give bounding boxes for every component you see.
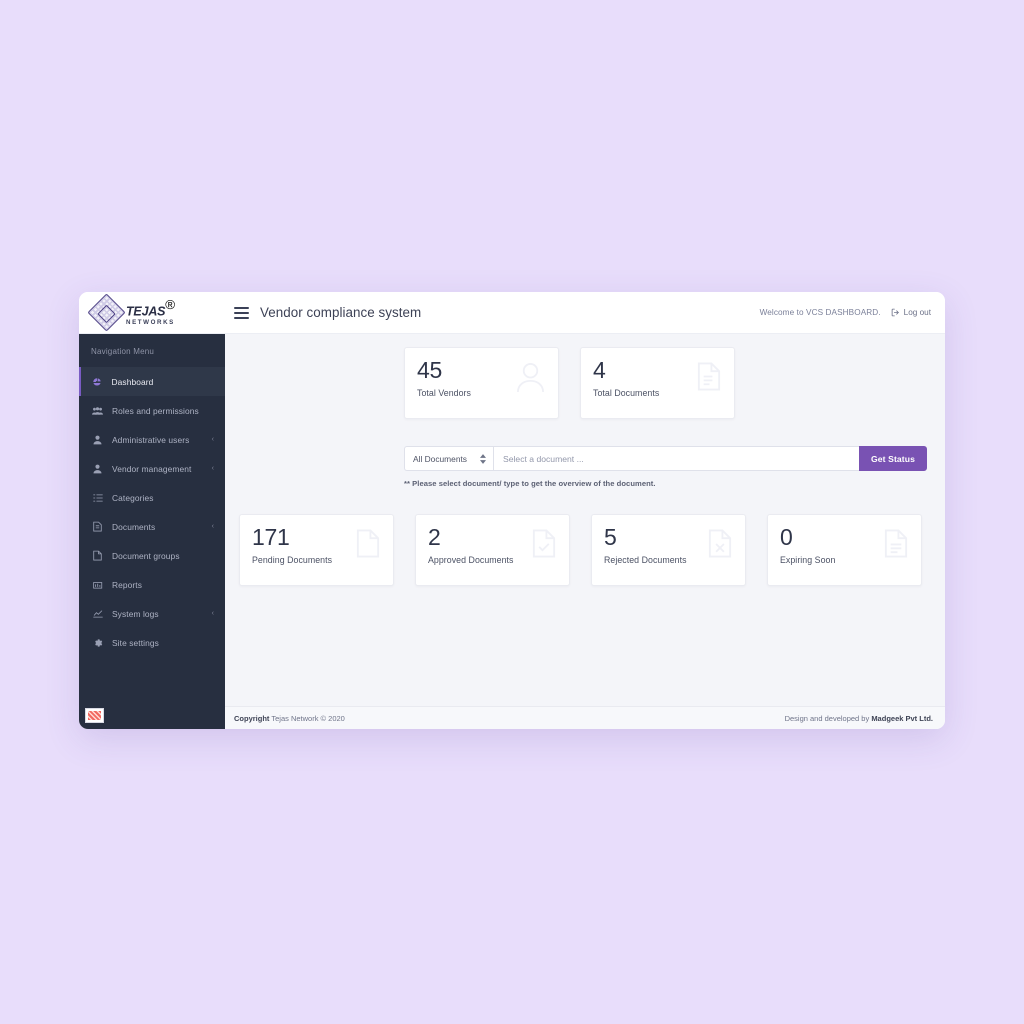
sidebar-item-vendor-management[interactable]: Vendor management ‹ <box>79 454 225 483</box>
chevron-down-icon <box>480 459 486 464</box>
stat-card[interactable]: 2 Approved Documents <box>415 514 570 586</box>
sidebar-item-site-settings[interactable]: Site settings <box>79 628 225 657</box>
document-type-select[interactable]: All Documents <box>404 446 493 471</box>
sidebar-item-roles-and-permissions[interactable]: Roles and permissions <box>79 396 225 425</box>
body-split: Navigation Menu Dashboard Roles and permi… <box>79 334 945 729</box>
document-type-select-value: All Documents <box>413 453 467 464</box>
sidebar-item-label: Categories <box>112 492 154 503</box>
chart-line-icon <box>91 609 104 619</box>
document-filter-row: All Documents Get Status <box>404 446 927 471</box>
sidebar-item-dashboard[interactable]: Dashboard <box>79 367 225 396</box>
sidebar-item-label: Administrative users <box>112 434 190 445</box>
sidebar-item-label: Dashboard <box>111 376 154 387</box>
top-bar-right: Welcome to VCS DASHBOARD. Log out <box>760 308 931 317</box>
sidebar: Navigation Menu Dashboard Roles and permi… <box>79 334 225 729</box>
document-icon <box>91 521 104 532</box>
file-check-icon <box>532 529 556 563</box>
main-content: 45 Total Vendors 4 Total Documents All Docu… <box>225 334 945 729</box>
brand-logo[interactable]: TEJAS® NETWORKS <box>79 292 225 333</box>
chevron-up-icon <box>480 453 486 458</box>
tejas-diamond-logo-icon <box>87 293 126 332</box>
bottom-stats-row: 171 Pending Documents 2 Approved Documents 5… <box>239 514 927 586</box>
chevron-left-icon: ‹ <box>211 523 214 530</box>
sidebar-item-administrative-users[interactable]: Administrative users ‹ <box>79 425 225 454</box>
logout-icon <box>891 308 899 317</box>
sidebar-item-label: Reports <box>112 579 143 590</box>
top-bar-main: Vendor compliance system Welcome to VCS … <box>225 292 945 333</box>
hamburger-bar <box>234 306 249 309</box>
hamburger-icon[interactable] <box>234 306 249 319</box>
document-search-input[interactable] <box>493 446 860 471</box>
brand-text: TEJAS® NETWORKS <box>126 298 175 328</box>
user-avatar-icon <box>516 362 545 398</box>
sidebar-item-label: System logs <box>112 608 159 619</box>
hamburger-bar <box>234 316 249 319</box>
brand-name: TEJAS <box>126 304 166 319</box>
document-lines-icon <box>697 362 721 396</box>
page-title: Vendor compliance system <box>260 305 422 320</box>
footer-credit: Design and developed by Madgeek Pvt Ltd. <box>785 714 933 723</box>
sidebar-item-categories[interactable]: Categories <box>79 483 225 512</box>
users-group-icon <box>91 406 104 416</box>
list-icon <box>91 493 104 503</box>
footer-copyright-rest: Tejas Network © 2020 <box>269 713 345 723</box>
chevron-left-icon: ‹ <box>211 436 214 443</box>
file-lines-icon <box>884 529 908 563</box>
logout-button[interactable]: Log out <box>891 308 931 317</box>
footer-copyright-bold: Copyright <box>234 713 270 723</box>
user-icon <box>91 464 104 474</box>
browser-window: TEJAS® NETWORKS Vendor compliance system… <box>79 292 945 729</box>
filter-help-note: ** Please select document/ type to get t… <box>404 479 656 488</box>
footer: Copyright Tejas Network © 2020 Design an… <box>225 706 945 729</box>
registered-mark: ® <box>165 296 176 312</box>
stat-card[interactable]: 4 Total Documents <box>580 347 735 419</box>
gear-icon <box>91 638 104 648</box>
file-x-icon <box>708 529 732 563</box>
stat-card[interactable]: 5 Rejected Documents <box>591 514 746 586</box>
footer-copyright: Copyright Tejas Network © 2020 <box>234 714 345 723</box>
top-stats-row: 45 Total Vendors 4 Total Documents <box>239 347 927 419</box>
sidebar-item-reports[interactable]: Reports <box>79 570 225 599</box>
sidebar-item-label: Documents <box>112 521 156 532</box>
chevron-left-icon: ‹ <box>211 610 214 617</box>
content-scroll-area: 45 Total Vendors 4 Total Documents All Docu… <box>225 334 945 706</box>
flag-icon-inner <box>88 711 101 720</box>
sidebar-item-document-groups[interactable]: Document groups <box>79 541 225 570</box>
sidebar-item-label: Site settings <box>112 637 159 648</box>
sidebar-heading: Navigation Menu <box>91 347 155 356</box>
select-arrows-icon <box>480 453 486 464</box>
get-status-button[interactable]: Get Status <box>859 446 927 471</box>
hamburger-bar <box>234 311 249 314</box>
sidebar-item-label: Roles and permissions <box>112 405 199 416</box>
stat-card[interactable]: 171 Pending Documents <box>239 514 394 586</box>
flag-icon <box>85 708 104 723</box>
logout-label: Log out <box>903 308 931 317</box>
sidebar-item-label: Vendor management <box>112 463 192 474</box>
document-filter-section: All Documents Get Status <box>239 446 927 488</box>
sidebar-nav-list: Dashboard Roles and permissions Administra… <box>79 367 225 657</box>
file-icon <box>91 550 104 561</box>
stat-card[interactable]: 45 Total Vendors <box>404 347 559 419</box>
chevron-left-icon: ‹ <box>211 465 214 472</box>
dashboard-icon <box>91 377 104 387</box>
welcome-message: Welcome to VCS DASHBOARD. <box>759 308 881 317</box>
file-blank-icon <box>356 529 380 563</box>
chart-bar-icon <box>91 580 104 590</box>
sidebar-item-label: Document groups <box>112 550 180 561</box>
footer-credit-bold: Madgeek Pvt Ltd. <box>871 713 933 723</box>
footer-credit-rest: Design and developed by <box>784 713 872 723</box>
brand-subtitle: NETWORKS <box>126 319 175 327</box>
stat-card[interactable]: 0 Expiring Soon <box>767 514 922 586</box>
sidebar-item-system-logs[interactable]: System logs ‹ <box>79 599 225 628</box>
top-bar: TEJAS® NETWORKS Vendor compliance system… <box>79 292 945 334</box>
sidebar-item-documents[interactable]: Documents ‹ <box>79 512 225 541</box>
user-icon <box>91 435 104 445</box>
